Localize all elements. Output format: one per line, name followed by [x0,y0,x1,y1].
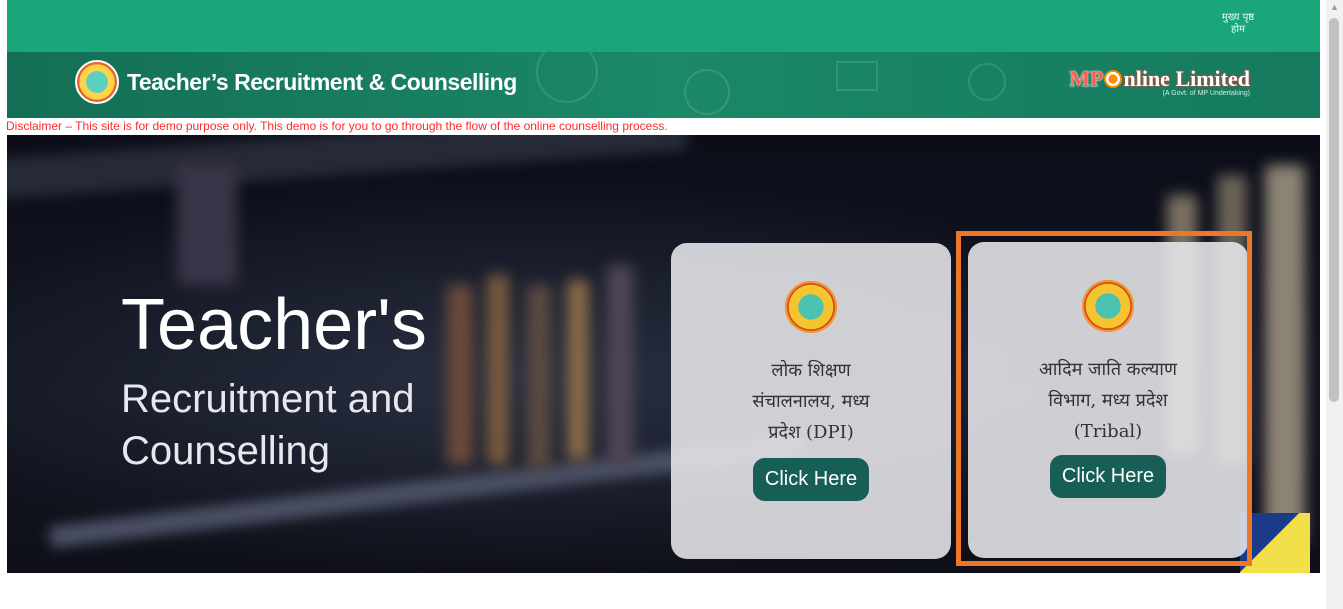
scroll-up-icon[interactable]: ▲ [1330,2,1339,12]
mponline-o-icon [1104,70,1123,88]
mponline-logo-suffix: nline Limited [1123,66,1250,91]
hero-banner: Teacher's Recruitment and Counselling लो… [7,135,1320,573]
site-header: Teacher’s Recruitment & Counselling MP n… [7,52,1320,118]
book-bg [447,285,473,465]
mp-emblem-icon [1082,280,1134,332]
mp-emblem-icon [75,60,119,104]
site-brand[interactable]: Teacher’s Recruitment & Counselling [75,60,517,104]
dpi-card-line2: संचालनालय, मध्य [752,391,870,412]
hero-title: Teacher's [121,285,427,365]
disclaimer-text: Disclaimer – This site is for demo purpo… [6,119,668,133]
tribal-card-line3: (Tribal) [1073,421,1143,442]
tribal-card-text: आदिम जाति कल्याण विभाग, मध्य प्रदेश (Tri… [1008,354,1208,447]
dpi-card-text: लोक शिक्षण संचालनालय, मध्य प्रदेश (DPI) [711,355,911,448]
book-bg [1265,165,1305,545]
tribal-click-here-button[interactable]: Click Here [1049,455,1167,498]
page-scrollbar[interactable]: ▲ [1326,0,1343,609]
mponline-logo[interactable]: MP nline Limited (A Govt. of MP Undertak… [1069,66,1250,97]
book-bg [607,265,633,465]
dpi-card-line3: प्रदेश (DPI) [768,422,854,443]
hero-subtitle: Recruitment and Counselling [121,373,414,477]
site-title: Teacher’s Recruitment & Counselling [127,68,517,95]
book-bg [567,280,589,460]
hero-subtitle-line1: Recruitment and [121,377,415,421]
tribal-card-line2: विभाग, मध्य प्रदेश [1048,390,1168,411]
bookshelf-bg [7,135,688,200]
mponline-logo-prefix: MP [1069,66,1104,91]
home-link[interactable]: मुख्य पृष्ठ होम [1218,12,1258,36]
dpi-card: लोक शिक्षण संचालनालय, मध्य प्रदेश (DPI) … [671,243,951,559]
book-bg [527,285,551,470]
tribal-card: आदिम जाति कल्याण विभाग, मध्य प्रदेश (Tri… [968,242,1248,558]
mp-emblem-icon [785,281,837,333]
book-bg [177,165,237,285]
corner-decoration [1240,513,1310,573]
hero-subtitle-line2: Counselling [121,429,331,473]
scrollbar-thumb[interactable] [1329,18,1339,402]
dpi-click-here-button[interactable]: Click Here [752,458,870,501]
tribal-card-line1: आदिम जाति कल्याण [1039,359,1177,380]
top-bar: मुख्य पृष्ठ होम [7,0,1320,52]
book-bg [487,275,509,465]
dpi-card-line1: लोक शिक्षण [771,360,851,381]
